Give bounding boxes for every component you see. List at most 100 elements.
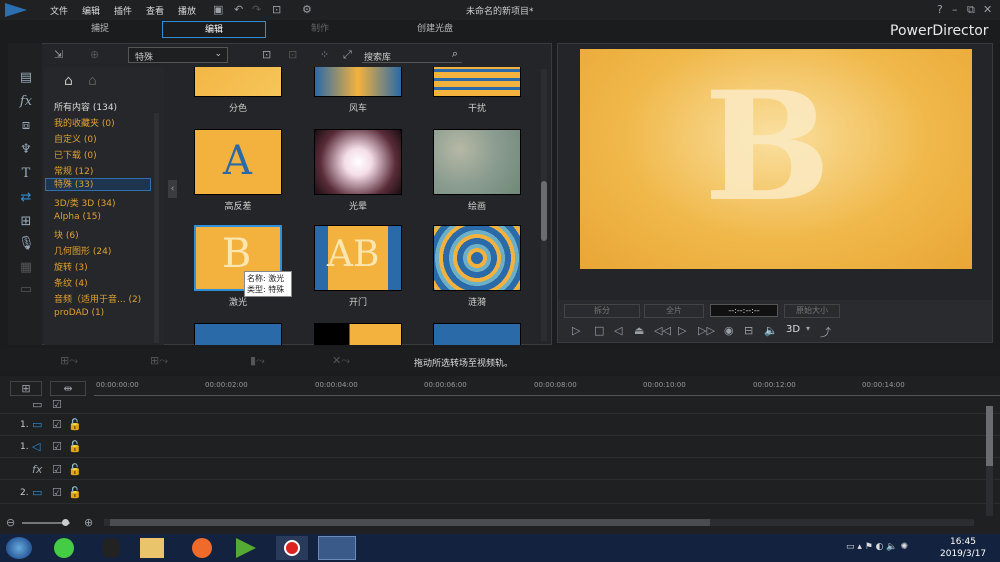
category-item[interactable]: 块 (6) [54, 228, 79, 241]
category-item[interactable]: 3D/类 3D (34) [54, 196, 116, 209]
transition-thumb[interactable] [314, 323, 402, 345]
title-room-icon[interactable]: T [18, 167, 34, 181]
3d-mode-button[interactable]: 3D [786, 324, 800, 335]
menu-view[interactable]: 查看 [146, 4, 164, 17]
category-item[interactable]: proDAD (1) [54, 308, 104, 318]
timecode-field[interactable]: --:--:--:-- [710, 304, 778, 317]
voice-over-icon[interactable]: 🎙 [18, 237, 35, 251]
transition-thumb[interactable] [433, 323, 521, 345]
zoom-slider[interactable] [22, 519, 70, 526]
timeline-vscrollbar[interactable] [986, 406, 993, 516]
media-room-icon[interactable]: ▤ [18, 71, 34, 85]
save-icon[interactable]: ▣ [213, 3, 223, 16]
start-button[interactable] [6, 537, 32, 559]
play-icon[interactable]: ▷ [572, 324, 580, 337]
track-checkbox[interactable]: ☑ [52, 440, 62, 453]
lock-icon[interactable]: 🔓 [68, 440, 82, 453]
track-manager-icon[interactable]: ⊞ [10, 381, 42, 396]
pip-room-icon[interactable]: ⧈ [18, 119, 34, 133]
transition-thumb[interactable] [194, 67, 282, 97]
category-item[interactable]: Alpha (15) [54, 212, 101, 222]
category-item[interactable]: 所有内容 (134) [54, 100, 117, 113]
category-item[interactable]: 几何图形 (24) [54, 244, 111, 257]
fit-timeline-icon[interactable]: ⇹ [50, 381, 86, 396]
fx-room-icon[interactable]: fx [18, 95, 34, 109]
download-icon[interactable]: ⊡ [288, 48, 297, 61]
redo-icon[interactable]: ↷ [252, 3, 261, 16]
grid-view-icon[interactable]: ⁘ [320, 48, 329, 61]
tab-capture[interactable]: 捕捉 [60, 21, 140, 38]
explorer-icon[interactable] [140, 538, 164, 558]
category-item[interactable]: 音频（适用于音... (2) [54, 292, 141, 305]
display-size-select[interactable]: 原始大小 [784, 304, 840, 318]
fit-icon[interactable]: ⊡ [272, 3, 281, 16]
lock-icon[interactable]: 🔓 [68, 463, 82, 476]
category-item-selected[interactable]: 特殊 (33) [45, 178, 151, 191]
next-frame-icon[interactable]: ▷ [678, 324, 686, 337]
import-icon[interactable]: ⇲ [54, 48, 63, 61]
tab-produce[interactable]: 制作 [280, 21, 360, 38]
category-item[interactable]: 旋转 (3) [54, 260, 88, 273]
tag-add-icon[interactable]: ⌂ [64, 73, 73, 89]
category-item[interactable]: 我的收藏夹 (0) [54, 116, 115, 129]
tag-remove-icon[interactable]: ⌂ [88, 73, 97, 89]
firefox-icon[interactable] [192, 538, 212, 558]
category-item[interactable]: 条纹 (4) [54, 276, 88, 289]
split-button[interactable]: 拆分 [564, 304, 640, 318]
transition-thumb[interactable] [433, 225, 521, 291]
transition-thumb[interactable] [194, 323, 282, 345]
qq-icon[interactable] [102, 538, 120, 558]
record-icon[interactable] [276, 536, 308, 560]
help-icon[interactable]: ? [937, 3, 943, 16]
category-item[interactable]: 自定义 (0) [54, 132, 97, 145]
category-item[interactable]: 常规 (12) [54, 164, 93, 177]
restore-icon[interactable]: ⧉ [967, 3, 975, 17]
track-checkbox[interactable]: ☑ [52, 398, 62, 411]
minimize-icon[interactable]: – [952, 3, 958, 16]
transition-thumb[interactable]: A [194, 129, 282, 195]
rewind-icon[interactable]: ◁◁ [654, 324, 671, 337]
particle-room-icon[interactable]: ♆ [18, 143, 34, 157]
forward-icon[interactable]: ▷▷ [698, 324, 715, 337]
transition-thumb[interactable] [433, 129, 521, 195]
tool-icon[interactable]: ⊞⤳ [150, 354, 168, 368]
stop-icon[interactable]: □ [594, 324, 604, 337]
transition-thumb[interactable] [314, 129, 402, 195]
tool-icon[interactable]: ▮⤳ [250, 354, 265, 368]
undo-icon[interactable]: ↶ [234, 3, 243, 16]
add-to-favorites-icon[interactable]: ⊡ [262, 48, 271, 61]
media-app-icon[interactable] [236, 538, 256, 558]
search-icon[interactable]: ⌕ [452, 47, 458, 61]
track-checkbox[interactable]: ☑ [52, 463, 62, 476]
transition-thumb[interactable] [433, 67, 521, 97]
volume-icon[interactable]: 🔈 [764, 324, 778, 337]
transition-thumb[interactable] [314, 67, 402, 97]
category-scrollbar[interactable] [154, 113, 159, 343]
expand-icon[interactable]: ⤢ [343, 48, 352, 62]
timeline-hscrollbar[interactable] [104, 519, 974, 526]
category-dropdown[interactable]: 特殊 ⌄ [128, 47, 228, 63]
search-input[interactable]: 搜索库 ⌕ [362, 47, 462, 63]
powerdirector-taskbar-icon[interactable] [318, 536, 356, 560]
settings-icon[interactable]: ⚙ [302, 3, 312, 16]
mark-in-icon[interactable]: ⏏ [634, 324, 644, 337]
menu-plugins[interactable]: 插件 [114, 4, 132, 17]
tool-icon[interactable]: ✕⤳ [332, 354, 350, 368]
subtitle-toggle-icon[interactable]: ⊟ [744, 324, 753, 337]
prev-frame-icon[interactable]: ◁ [614, 324, 622, 337]
subtitle-icon[interactable]: ▭ [18, 283, 34, 297]
chapter-icon[interactable]: ▦ [18, 261, 34, 275]
menu-file[interactable]: 文件 [50, 4, 68, 17]
taskbar-app-icon[interactable] [54, 538, 74, 558]
menu-play[interactable]: 播放 [178, 4, 196, 17]
3d-chevron-icon[interactable]: ▾ [806, 324, 810, 333]
tab-create-disc[interactable]: 创建光盘 [390, 21, 480, 38]
timeline-ruler[interactable]: 00:00:00:00 00:00:02:00 00:00:04:00 00:0… [94, 378, 1000, 396]
category-item[interactable]: 已下载 (0) [54, 148, 97, 161]
transition-thumb[interactable]: AB [314, 225, 402, 291]
lock-icon[interactable]: 🔓 [68, 486, 82, 499]
plugin-icon[interactable]: ⊕ [90, 48, 99, 61]
grid-scrollbar[interactable] [541, 69, 547, 341]
full-button[interactable]: 全片 [644, 304, 704, 318]
undock-icon[interactable]: ⤴ [820, 324, 831, 340]
